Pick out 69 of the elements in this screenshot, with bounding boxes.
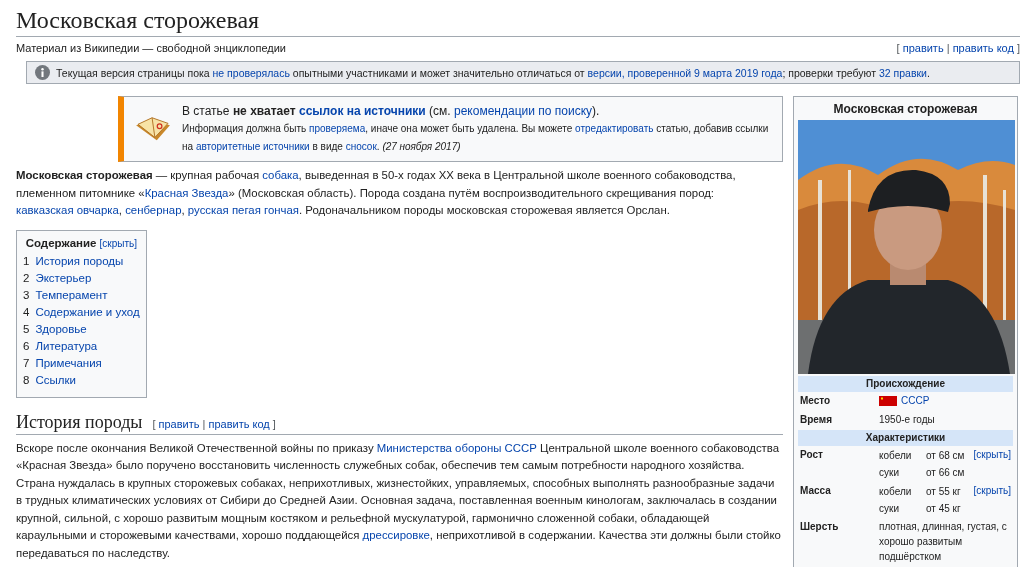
warning-text: В статье не хватает ссылок на источники (см. рекомендации по поиску).	[182, 103, 601, 120]
edit-links: [ править | править код ]	[152, 417, 276, 430]
link[interactable]: рекомендации по поиску	[454, 104, 592, 118]
link[interactable]: править	[902, 42, 944, 54]
warning-details: Информация должна быть проверяема, иначе она может быть удалена. Вы можете отредактировать статью, добавив ссылки на авторитетные источники в виде сносок. (27 ноября 2017)	[182, 122, 770, 154]
info-icon	[35, 65, 50, 80]
link[interactable]: Министерства обороны СССР	[376, 441, 537, 454]
field-label: Шерсть	[800, 519, 840, 534]
link[interactable]: СССР	[901, 393, 930, 408]
site-tagline: Материал из Википедии — свободной энциклопедии	[16, 42, 286, 54]
intro-paragraph: Московская сторожевая — крупная рабочая собака, выведенная в 50-х годах XX века в Центральной школе военного собаководства, племенном питомнике «Красная Звезда» (Московская область). Порода создана путём воспроизводительного скрещивания пород: кавказская овчарка, сенбернар, русская пегая гончая. Родоначальником породы московская сторожевая является Орслан.	[16, 168, 737, 218]
toc-link[interactable]: Здоровье	[35, 322, 87, 335]
sex-label: суки	[879, 501, 900, 516]
link[interactable]: сносок	[345, 141, 377, 152]
page-title: Московская сторожевая	[16, 6, 261, 35]
field-value: от 55 кг	[926, 484, 961, 499]
edit-links: [ править | править код ]	[896, 42, 1020, 54]
toc-link[interactable]: Ссылки	[35, 373, 76, 386]
toc-number: 1	[23, 254, 30, 267]
toc-number: 3	[23, 288, 30, 301]
field-label: Время	[800, 412, 833, 427]
toc-title: Содержание	[25, 236, 97, 249]
toc-number: 2	[23, 271, 30, 284]
link[interactable]: 32 правки	[878, 66, 927, 79]
field-value: от 45 кг	[926, 501, 961, 516]
field-label: Масса	[800, 483, 832, 498]
link[interactable]: кавказская овчарка	[16, 204, 119, 216]
link[interactable]: править код	[208, 417, 270, 430]
infobox-section-header: Происхождение	[798, 376, 1013, 392]
notice-text: Текущая версия страницы пока не проверялась опытными участниками и может значительно отличаться от версии, проверенной 9 марта 2019 года; проверки требуют 32 правки.	[56, 66, 930, 79]
field-value: плотная, длинная, густая, с хорошо развитым подшёрстком	[879, 520, 1007, 562]
toc-number: 5	[23, 322, 30, 335]
sex-label: кобели	[879, 448, 913, 463]
field-label: Рост	[800, 447, 824, 462]
sex-label: кобели	[879, 484, 913, 499]
field-value: от 66 см	[926, 465, 965, 480]
link[interactable]: сенбернар	[125, 204, 182, 216]
hide-link[interactable]: [скрыть]	[973, 482, 1011, 517]
field-value: 1950-е годы	[879, 413, 935, 425]
link[interactable]: ссылок на источники	[299, 104, 426, 118]
section-heading: История породы	[16, 410, 143, 434]
field-value: от 68 см	[926, 448, 965, 463]
toc-link[interactable]: Литература	[35, 339, 98, 352]
toc-link[interactable]: Примечания	[35, 356, 102, 369]
infobox-title: Московская сторожевая	[832, 101, 979, 118]
toc-number: 8	[23, 373, 30, 386]
link[interactable]: русская пегая гончая	[187, 204, 299, 216]
section-paragraph: Вскоре после окончания Великой Отечественной войны по приказу Министерства обороны СССР Центральной школе военного собаководства «Красная Звезда» было поручено восстановить численность служебных собак, обеспечив тем самым потребности народного хозяйства. Страна нуждалась в крупных сторожевых собаках, неприхотливых, жизнестойких, управляемых, способных выполнять разнообразные задачи в трудных климатических условиях от Сибири до Средней Азии. Основная задача, поставленная военным кинологам, заключалась в создании крупной, сильной, с хорошо развитым мощным костяком и рельефной мускулатурой, гармонично сложенной собаки, обладающей караульными и сторожевыми качествами, хорошо поддающейся дрессировке, неприхотливой в содержании. Качества эти должны были стойко передаваться по наследству.	[16, 440, 782, 561]
toc-number: 7	[23, 356, 30, 369]
toc-link[interactable]: История породы	[35, 254, 124, 267]
link[interactable]: авторитетные источники	[195, 141, 310, 152]
toc-link[interactable]: Темперамент	[35, 288, 108, 301]
toc-link[interactable]: Содержание и уход	[35, 305, 140, 318]
link[interactable]: дрессировке	[362, 529, 430, 541]
sex-label: суки	[879, 465, 900, 480]
toc-link[interactable]: Экстерьер	[35, 271, 92, 284]
infobox-section-header: Характеристики	[798, 429, 1013, 446]
toc-number: 6	[23, 339, 30, 352]
field-label: Место	[800, 394, 832, 408]
link[interactable]: Красная Звезда	[144, 186, 229, 199]
link[interactable]: отредактировать	[575, 123, 654, 134]
link[interactable]: собака	[262, 169, 299, 181]
flag-icon	[879, 395, 897, 406]
hide-link[interactable]: [скрыть]	[99, 237, 137, 249]
link[interactable]: править код	[952, 42, 1014, 54]
link[interactable]: править	[158, 417, 200, 430]
toc-number: 4	[23, 305, 30, 318]
hide-link[interactable]: [скрыть]	[973, 446, 1011, 481]
link[interactable]: не проверялась	[212, 66, 290, 79]
